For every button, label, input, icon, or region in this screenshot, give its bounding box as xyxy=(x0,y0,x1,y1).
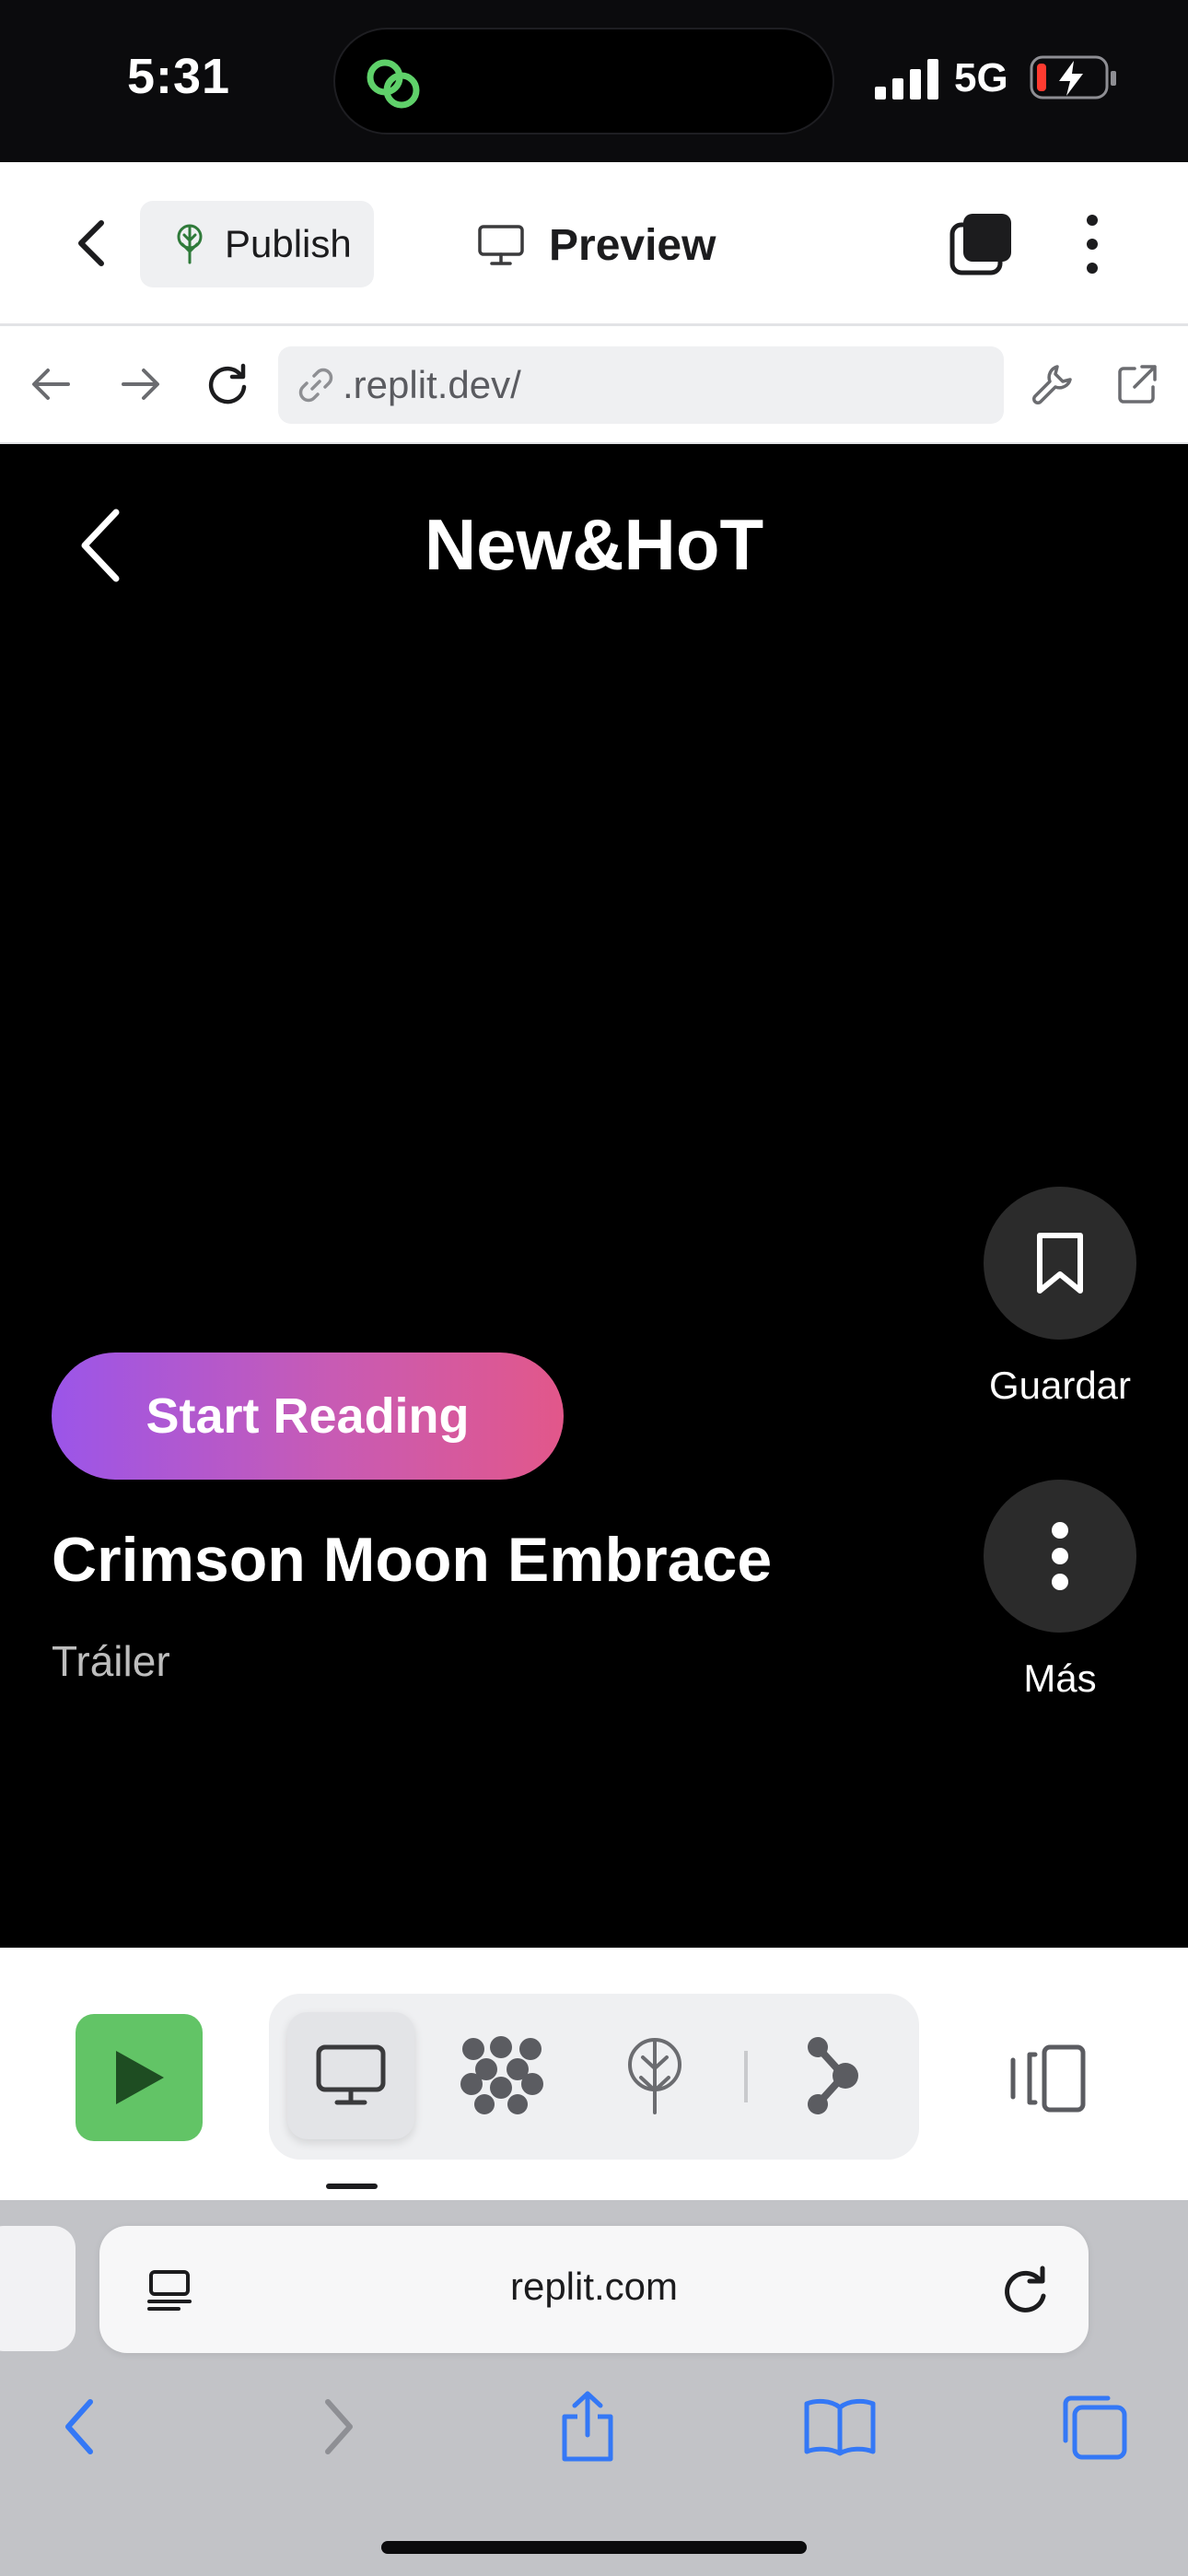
agent-icon xyxy=(460,2036,543,2114)
link-activity-icon xyxy=(367,59,420,109)
preview-url-bar: .replit.dev/ xyxy=(0,326,1188,444)
deploy-tree-icon xyxy=(177,224,203,264)
more-label: Más xyxy=(1023,1657,1097,1700)
git-icon xyxy=(808,2037,858,2114)
publish-label: Publish xyxy=(225,222,352,265)
deploy-tool-button[interactable] xyxy=(591,2012,718,2139)
safari-reload-icon[interactable] xyxy=(1000,2263,1052,2318)
previous-tab-preview[interactable] xyxy=(0,2226,76,2351)
safari-back-icon xyxy=(65,2399,93,2454)
home-indicator xyxy=(381,2541,807,2554)
network-type: 5G xyxy=(954,55,1008,100)
reload-icon[interactable] xyxy=(204,361,250,407)
safari-forward-button[interactable] xyxy=(302,2390,376,2464)
tool-divider xyxy=(744,2051,748,2102)
save-label: Guardar xyxy=(988,1364,1132,1407)
series-title: Crimson Moon Embrace xyxy=(52,1525,773,1595)
safari-address-bar[interactable]: replit.com xyxy=(99,2226,1089,2353)
replit-top-bar: Publish Preview xyxy=(0,162,1188,326)
open-tabs-icon[interactable] xyxy=(949,212,1013,276)
status-time: 5:31 xyxy=(127,49,231,104)
preview-tab[interactable]: Preview xyxy=(477,206,716,284)
preview-tool-button[interactable] xyxy=(287,2012,414,2139)
status-bar: 5:31 5G xyxy=(0,0,1188,162)
monitor-icon xyxy=(478,225,524,265)
cellular-signal-icon xyxy=(875,59,938,100)
arrow-right-icon[interactable] xyxy=(118,361,164,407)
save-button[interactable] xyxy=(984,1187,1136,1340)
share-icon xyxy=(562,2391,613,2462)
more-action[interactable]: Más xyxy=(984,1480,1136,1701)
safari-back-button[interactable] xyxy=(42,2390,116,2464)
agent-tool-button[interactable] xyxy=(438,2012,565,2139)
open-external-icon[interactable] xyxy=(1114,361,1160,407)
app-preview-content: New&HoT Guardar Más Start Reading Crimso… xyxy=(0,444,1188,1948)
tabs-overview-icon xyxy=(1063,2395,1127,2460)
series-subtitle: Tráiler xyxy=(52,1637,170,1685)
link-icon xyxy=(298,368,333,403)
preview-icon xyxy=(316,2044,386,2105)
arrow-left-icon[interactable] xyxy=(28,361,74,407)
page-title: New&HoT xyxy=(424,504,764,585)
more-options-icon[interactable] xyxy=(1076,212,1109,276)
wrench-icon[interactable] xyxy=(1030,361,1076,407)
vertical-dots-icon xyxy=(1052,1522,1068,1590)
publish-button[interactable]: Publish xyxy=(140,201,374,287)
preview-url-text: .replit.dev/ xyxy=(343,363,521,406)
active-tool-indicator xyxy=(326,2184,378,2189)
open-book-icon xyxy=(804,2398,876,2456)
safari-bottom-bar: replit.com xyxy=(0,2200,1188,2576)
phone-screen: 5:31 5G Publish Preview .replit.dev/ New… xyxy=(0,0,1188,2576)
replit-bottom-toolbar xyxy=(0,1948,1188,2200)
battery-charging-icon xyxy=(1030,55,1116,100)
back-chevron-icon[interactable] xyxy=(66,216,118,271)
safari-share-button[interactable] xyxy=(551,2390,624,2464)
safari-forward-icon xyxy=(325,2399,353,2454)
preview-label: Preview xyxy=(549,220,716,270)
git-tool-button[interactable] xyxy=(772,2012,899,2139)
preview-url-field[interactable]: .replit.dev/ xyxy=(278,346,1004,424)
deploy-icon xyxy=(628,2038,681,2114)
play-icon xyxy=(116,2051,164,2104)
save-action[interactable]: Guardar xyxy=(984,1187,1136,1408)
bookmark-icon xyxy=(1037,1233,1083,1294)
panel-toggle-icon[interactable] xyxy=(1007,2043,1087,2113)
tool-switcher xyxy=(269,1994,919,2160)
start-reading-button[interactable]: Start Reading xyxy=(52,1352,564,1480)
safari-bookmarks-button[interactable] xyxy=(803,2390,877,2464)
safari-address-text: replit.com xyxy=(509,2265,679,2308)
dynamic-island xyxy=(333,28,834,135)
run-button[interactable] xyxy=(76,2014,203,2141)
more-button[interactable] xyxy=(984,1480,1136,1633)
safari-tabs-button[interactable] xyxy=(1057,2390,1131,2464)
